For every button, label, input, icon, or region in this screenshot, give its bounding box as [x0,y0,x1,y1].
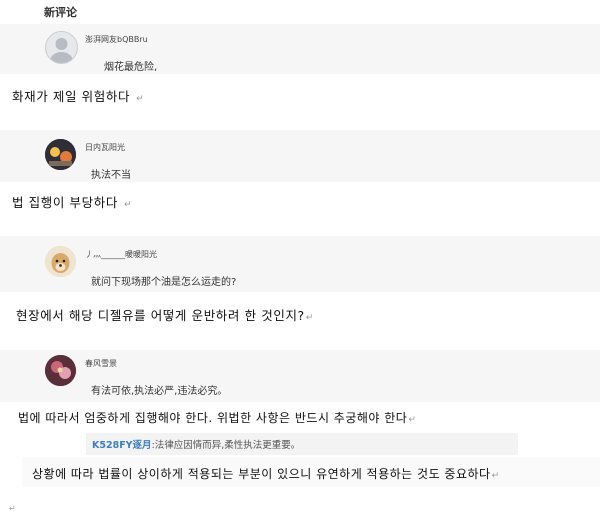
reply-username[interactable]: K528FY逐月 [92,440,152,451]
return-mark-icon: ↵ [491,471,500,481]
dog-avatar-icon[interactable] [45,246,76,277]
flower-avatar-icon[interactable] [45,355,76,386]
return-mark-icon: ↵ [408,415,417,425]
comment-username[interactable]: 澎湃网友bQBBru [85,34,148,45]
comment-translation: 법에 따라서 엄중하게 집행해야 한다. 위법한 사항은 반드시 추궁해야 한다… [18,409,416,426]
return-mark-icon: ↵ [123,200,133,210]
comment-text: 烟花最危险, [104,62,158,73]
translation-text: 현장에서 해당 디젤유를 어떻게 운반하려 한 것인지? [16,308,305,323]
comment-text: 有法可依,执法必严,违法必究。 [91,386,228,397]
comment-username[interactable]: 春风雪景 [85,358,117,369]
comment-translation: 화재가 제일 위험하다 ↵ [12,86,144,105]
comment-text: 执法不当 [91,170,131,181]
comment-card-2 [0,130,600,182]
translation-text: 법 집행이 부당하다 [12,195,118,210]
translation-text: 상황에 따라 법률이 상이하게 적용되는 부분이 있으니 유연하게 적용하는 것… [32,467,491,481]
translation-text: 화재가 제일 위험하다 [12,89,131,104]
comment-translation: 법 집행이 부당하다 ↵ [12,192,132,211]
return-mark-icon: ↵ [136,94,145,104]
comment-card-3 [0,236,600,292]
default-avatar-icon[interactable] [45,31,78,64]
comment-text: 就问下现场那个油是怎么运走的? [91,277,237,288]
comment-card-1 [0,24,600,74]
translation-text: 법에 따라서 엄중하게 집행해야 한다. 위법한 사항은 반드시 추궁해야 한다 [18,411,408,425]
return-mark-icon: ↵ [305,313,314,323]
reply-text: 法律应因情而异,柔性执法更重要。 [154,440,301,451]
comment-username[interactable]: 丿灬______暖暖阳光 [85,249,157,260]
section-title: 新评论 [44,6,77,19]
sunset-avatar-icon[interactable] [45,139,76,170]
reply-translation: 상황에 따라 법률이 상이하게 적용되는 부분이 있으니 유연하게 적용하는 것… [32,465,500,482]
comment-username[interactable]: 日内瓦阳光 [85,142,125,153]
comment-translation: 현장에서 해당 디젤유를 어떻게 운반하려 한 것인지?↵ [16,305,314,324]
trailing-return-mark: ↵ [9,504,16,513]
reply-line: K528FY逐月:法律应因情而异,柔性执法更重要。 [92,437,300,451]
